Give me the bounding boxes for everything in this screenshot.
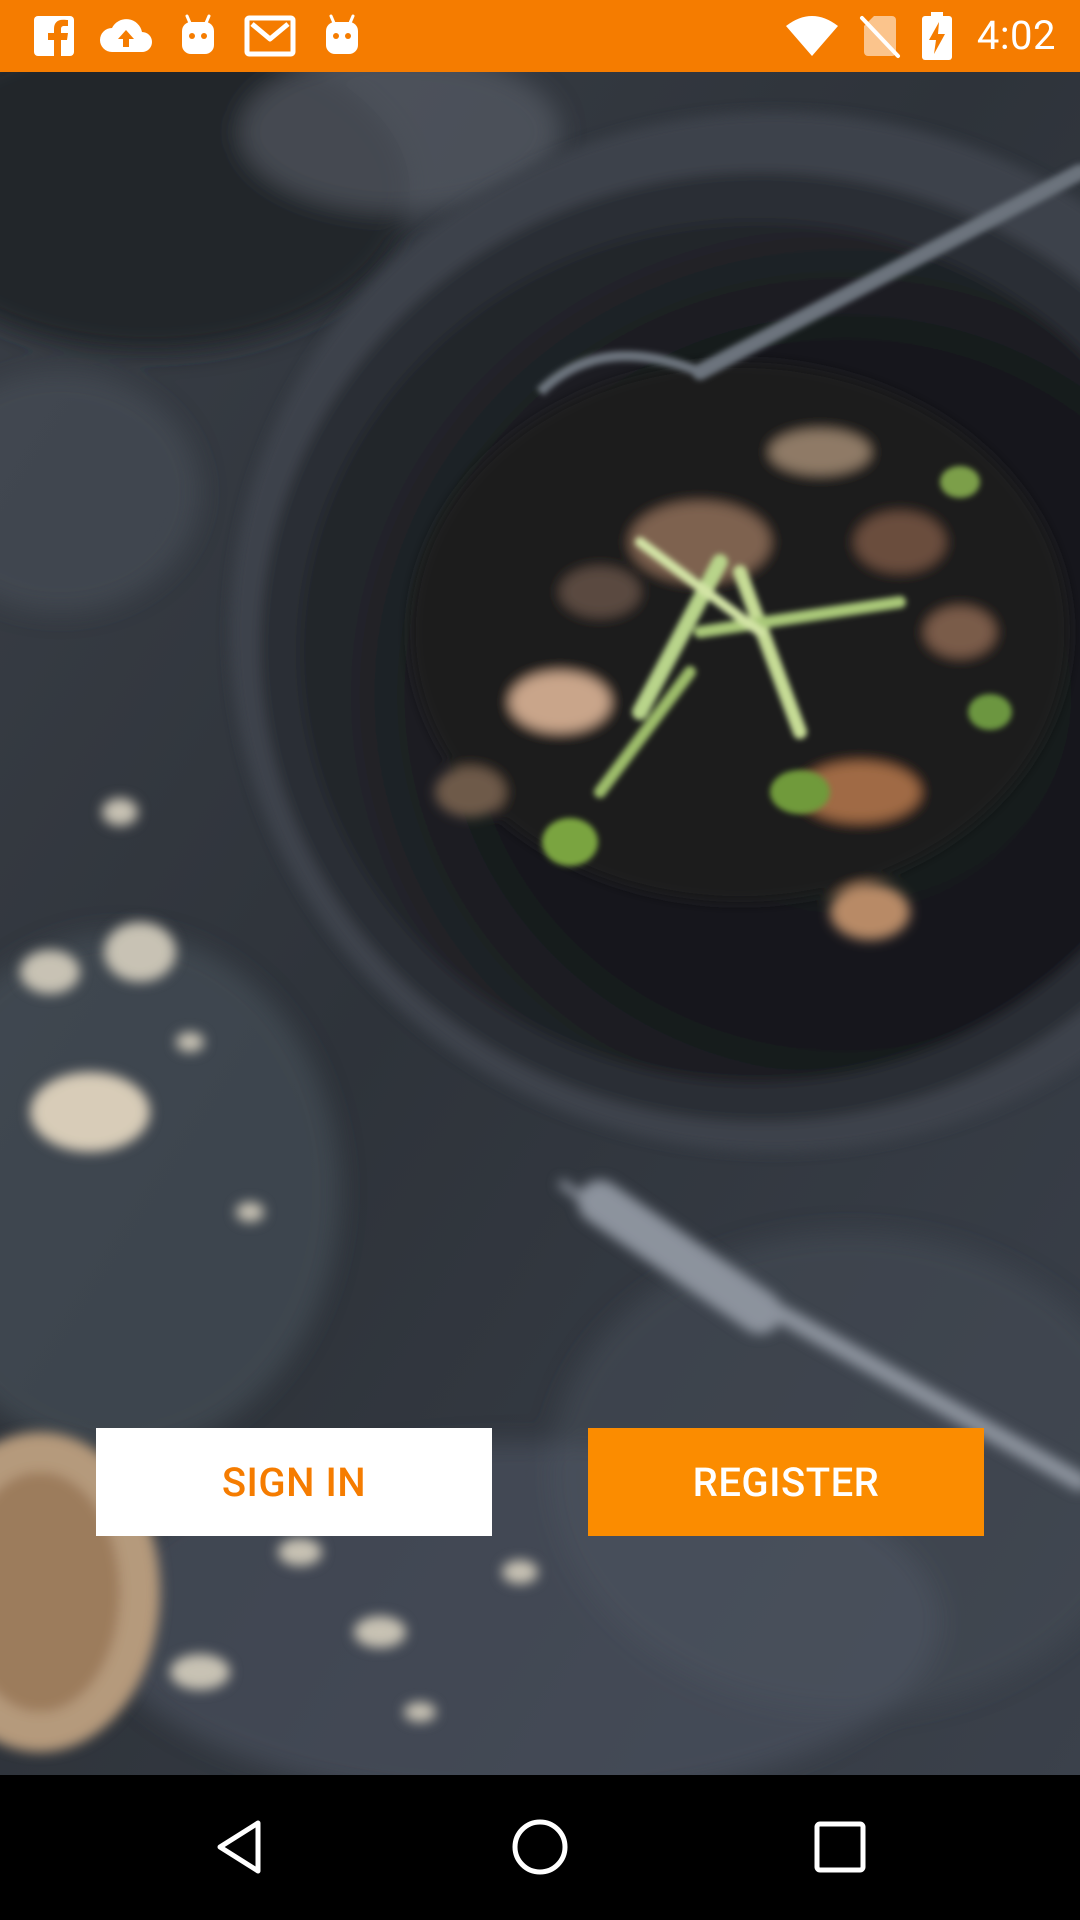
wifi-icon <box>784 12 840 60</box>
android-icon <box>318 12 366 60</box>
facebook-icon <box>30 12 78 60</box>
register-button[interactable]: REGISTER <box>588 1428 984 1536</box>
cloud-upload-icon <box>98 12 154 60</box>
android-icon <box>174 12 222 60</box>
navigation-bar <box>0 1775 1080 1920</box>
gmail-icon <box>244 12 296 60</box>
recents-icon[interactable] <box>790 1797 890 1897</box>
screen: 4:02 SIGN IN REGISTER <box>0 0 1080 1920</box>
back-icon[interactable] <box>190 1797 290 1897</box>
status-time: 4:02 <box>976 12 1056 59</box>
status-bar: 4:02 <box>0 0 1080 72</box>
battery-charging-icon <box>920 12 954 60</box>
sign-in-button[interactable]: SIGN IN <box>96 1428 492 1536</box>
home-icon[interactable] <box>490 1797 590 1897</box>
no-sim-icon <box>856 12 904 60</box>
